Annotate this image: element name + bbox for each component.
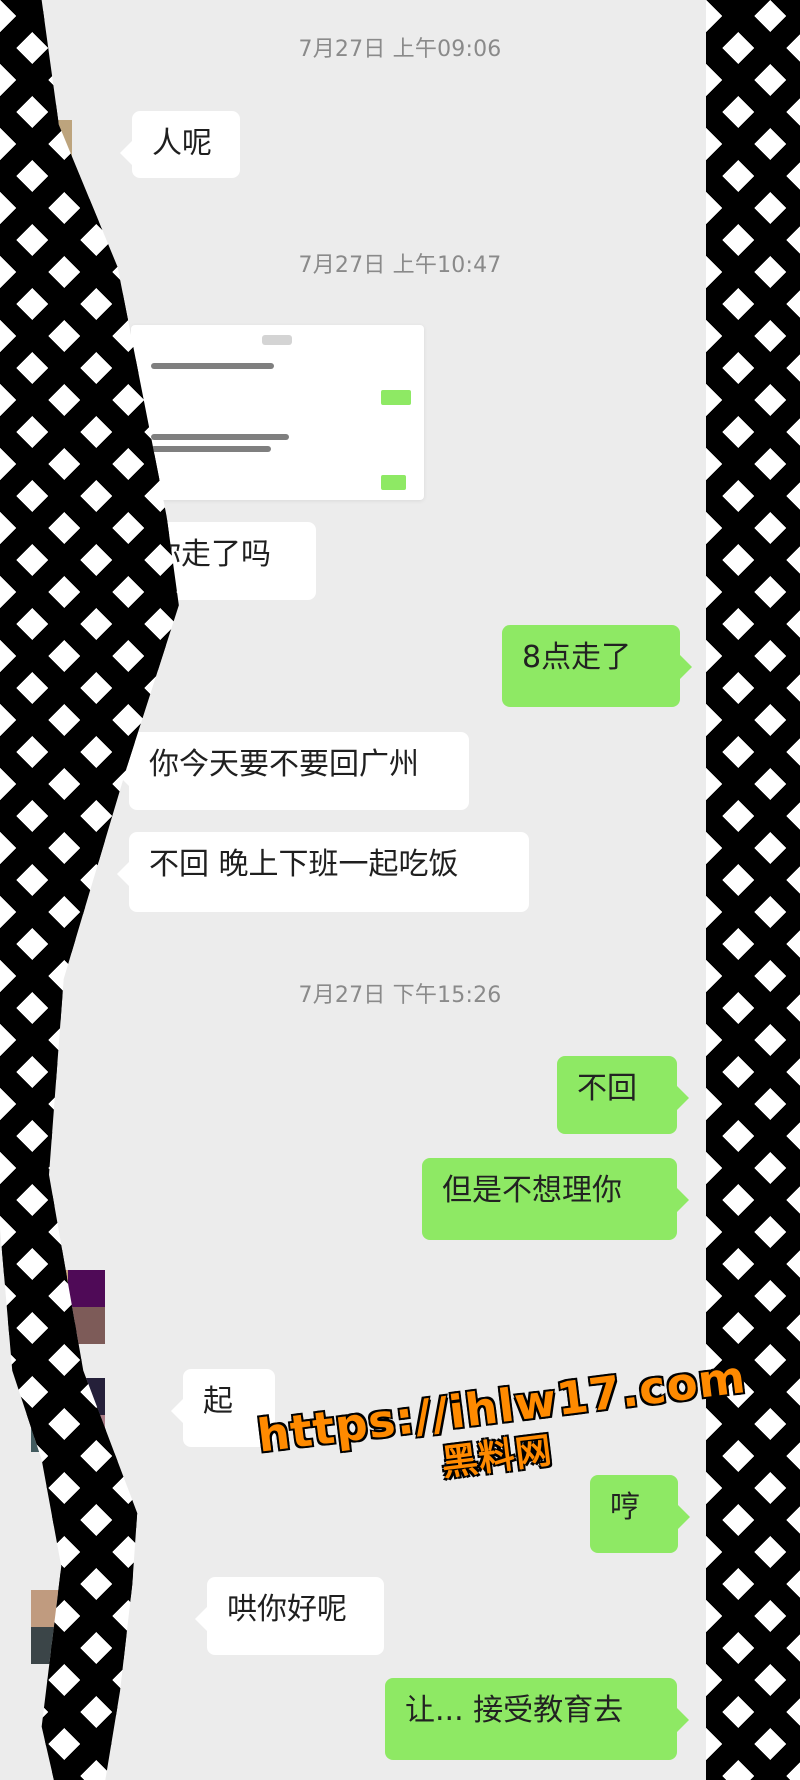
message-bubble: 人呢 [120,111,240,178]
timestamp: 7月27日 上午10:47 [298,253,502,278]
message-bubble: 8点走了 [502,625,692,707]
message-text: 哄你好呢 [227,1592,347,1627]
message-text: 人呢 [152,126,212,161]
message-bubble: 不回 [557,1056,689,1134]
message-text: 但是不想理你 [442,1173,622,1208]
avatar [31,120,72,194]
message-text: 起 [203,1384,233,1419]
chat-thread: 7月27日 上午09:06 人呢 7月27日 上午10:47 你走了吗 8点走了… [0,0,800,1780]
message-bubble: 哄你好呢 [195,1577,384,1655]
message-bubble: 但是不想理你 [422,1158,689,1240]
message-text: 不回 晚上下班一起吃饭 [149,847,459,882]
message-bubble: 起 [171,1369,275,1447]
screenshot-text-line [151,434,289,440]
timestamp: 7月27日 下午15:26 [298,983,502,1008]
avatar [31,1590,105,1664]
message-bubble: 你走了吗 [119,522,316,600]
message-text: 哼 [610,1490,640,1525]
screenshot-message[interactable] [131,325,424,500]
message-bubble: 让... 接受教育去 [385,1678,689,1760]
message-bubble: 你今天要不要回广州 [117,732,469,810]
screenshot-green-bubble [381,475,406,490]
screenshot-text-line [151,363,274,369]
screenshot-top-bar [262,335,292,345]
message-text: 8点走了 [522,640,632,675]
message-bubble: 哼 [590,1475,690,1553]
message-text: 你今天要不要回广州 [149,747,419,782]
message-bubble: 不回 晚上下班一起吃饭 [117,832,529,912]
avatar [31,1270,105,1344]
message-text: 不回 [577,1071,637,1106]
screenshot-green-bubble [381,390,411,405]
avatar [31,1378,105,1452]
timestamp: 7月27日 上午09:06 [298,37,502,62]
screenshot-text-line [151,446,271,452]
avatar [31,337,72,411]
message-text: 你走了吗 [151,537,271,572]
avatar [31,553,72,627]
message-text: 让... 接受教育去 [405,1693,624,1728]
